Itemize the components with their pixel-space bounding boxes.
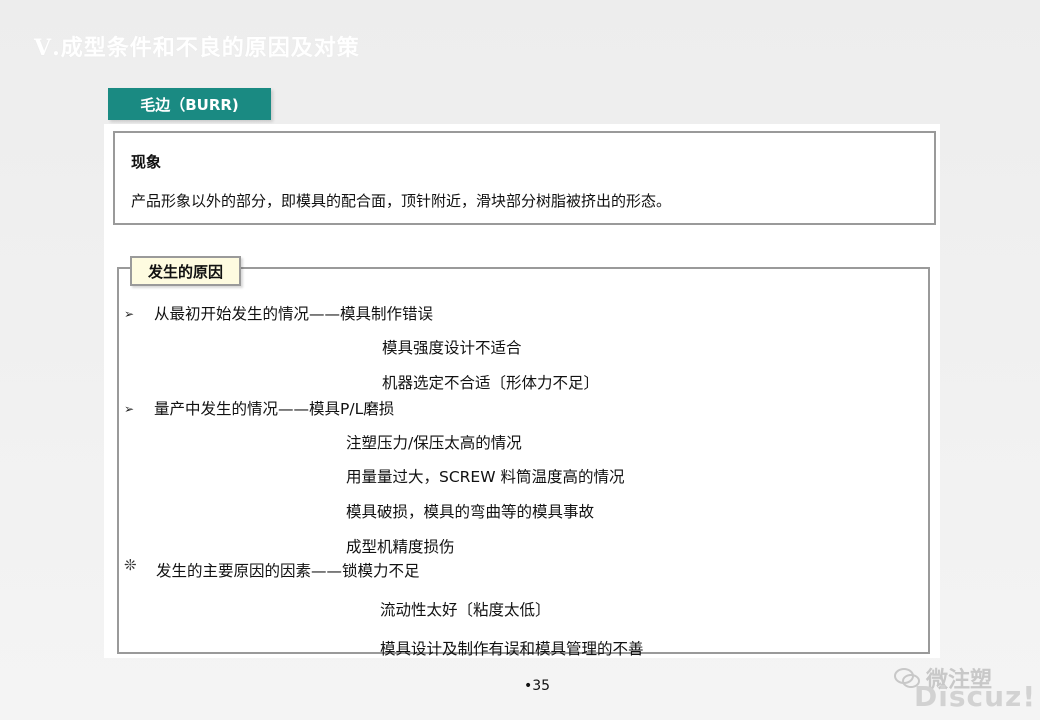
phenomenon-text: 产品形象以外的部分，即模具的配合面，顶针附近，滑块部分树脂被挤出的形态。 bbox=[131, 192, 672, 210]
page-number: •35 bbox=[524, 678, 551, 694]
arrow-bullet-icon: ➢ bbox=[124, 307, 135, 321]
cause-line: 机器选定不合适〔形体力不足〕 bbox=[382, 374, 600, 392]
cause-line: 用量量过大，SCREW 料筒温度高的情况 bbox=[346, 468, 625, 486]
cause-line: 注塑压力/保压太高的情况 bbox=[346, 434, 522, 452]
cause-line: 模具设计及制作有误和模具管理的不善 bbox=[380, 640, 644, 658]
phenomenon-title: 现象 bbox=[131, 153, 162, 171]
cause-line: 模具强度设计不适合 bbox=[382, 339, 522, 357]
cause-line: 流动性太好〔粘度太低〕 bbox=[380, 601, 551, 619]
star-bullet-icon: ❊ bbox=[124, 556, 137, 574]
watermark-discuz: Discuz! bbox=[914, 680, 1037, 713]
cause-line: 从最初开始发生的情况——模具制作错误 bbox=[154, 305, 434, 323]
arrow-bullet-icon: ➢ bbox=[124, 402, 135, 416]
phenomenon-box: 现象 产品形象以外的部分，即模具的配合面，顶针附近，滑块部分树脂被挤出的形态。 bbox=[113, 131, 936, 225]
slide-title: Ⅴ.成型条件和不良的原因及对策 bbox=[34, 35, 360, 61]
causes-box bbox=[117, 267, 930, 654]
section-tag: 毛边（BURR) bbox=[108, 88, 271, 120]
cause-line: 成型机精度损伤 bbox=[346, 538, 455, 556]
cause-line: 量产中发生的情况——模具P/L磨损 bbox=[154, 400, 395, 418]
cause-line: 发生的主要原因的因素——锁模力不足 bbox=[156, 562, 420, 580]
cause-line: 模具破损，模具的弯曲等的模具事故 bbox=[346, 503, 595, 521]
causes-label: 发生的原因 bbox=[130, 256, 241, 286]
